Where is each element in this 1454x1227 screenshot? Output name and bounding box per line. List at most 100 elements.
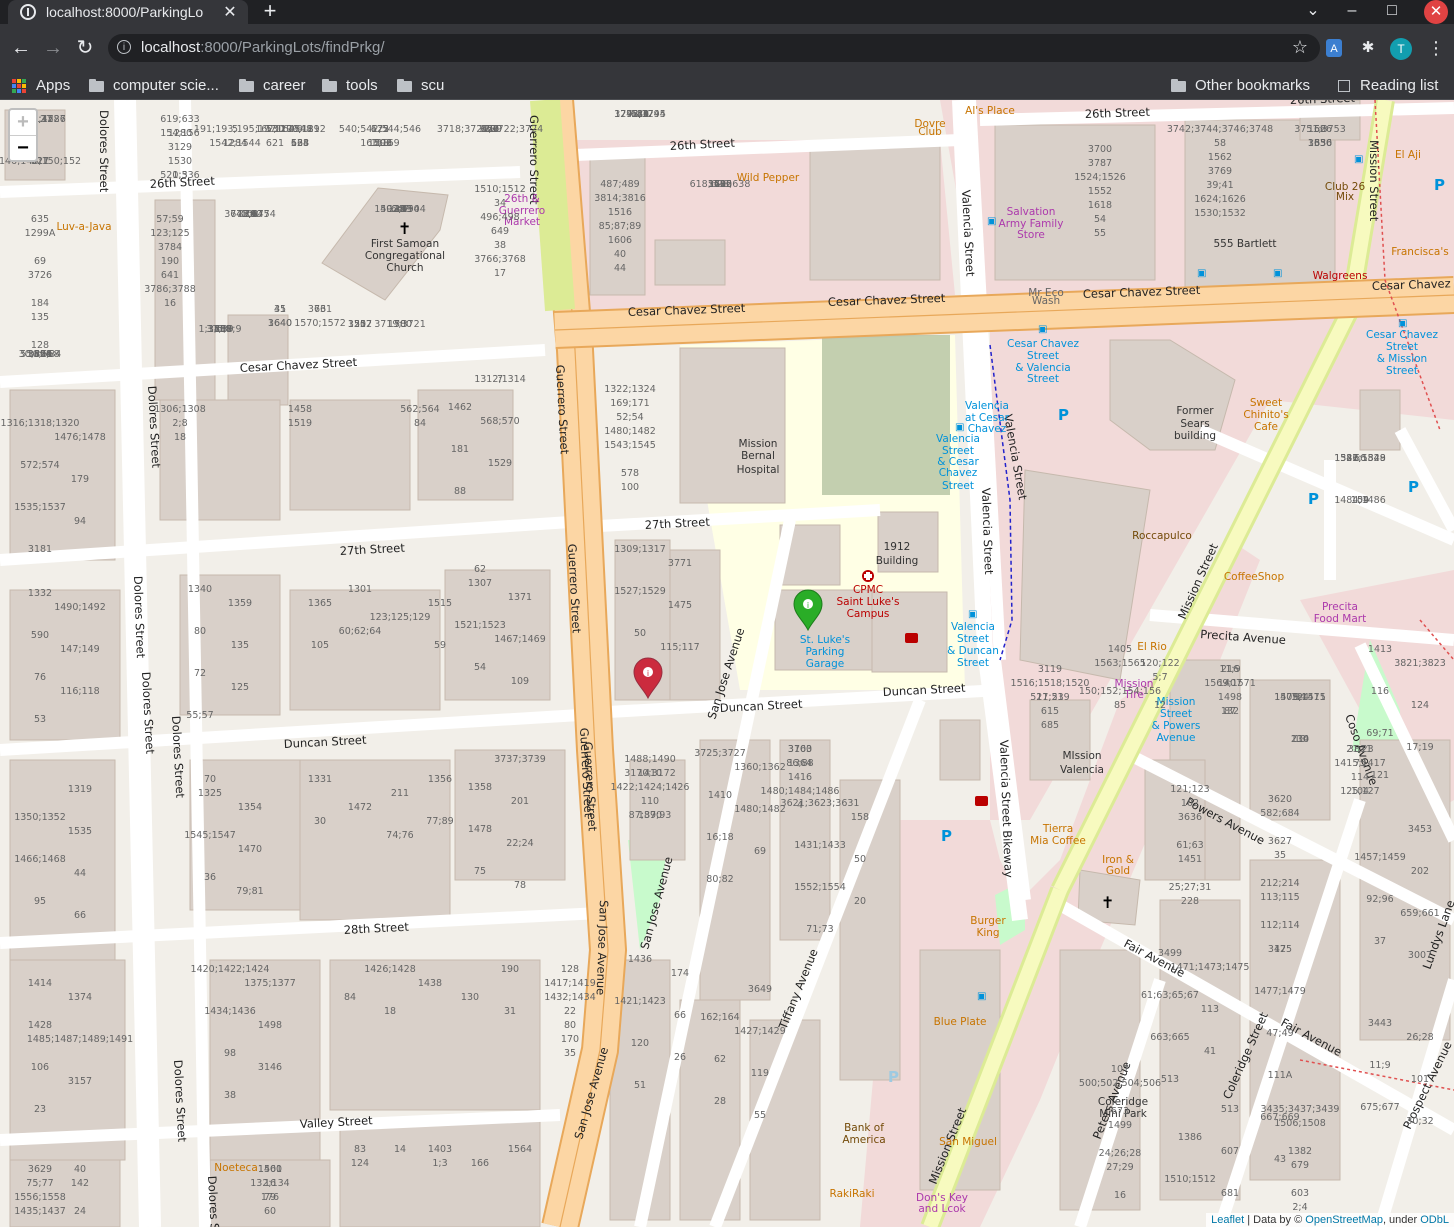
bookmark-folder-tools[interactable]: tools: [322, 75, 378, 97]
house-number: 3627: [1268, 836, 1292, 847]
address-bar[interactable]: i localhost:8000/ParkingLots/findPrkg/ ☆: [108, 34, 1320, 62]
house-number: 57;59: [156, 214, 183, 225]
house-number: 128: [561, 964, 579, 975]
street-label: 27th Street: [339, 541, 405, 558]
minimize-window-icon[interactable]: –: [1332, 0, 1372, 24]
bookmark-folder-career[interactable]: career: [239, 75, 306, 97]
poi-label: Valencia: [936, 433, 980, 445]
house-number: 1405: [1108, 644, 1132, 655]
site-info-icon[interactable]: i: [117, 40, 131, 54]
poi-label: King: [976, 927, 999, 939]
bookmark-folder-computer-science[interactable]: computer scie...: [89, 75, 219, 97]
poi-label: Chavez: [939, 467, 978, 479]
house-number: 35: [564, 1048, 576, 1059]
house-number: 3146: [258, 1062, 282, 1073]
house-number: 21;23: [1036, 692, 1063, 703]
extension-translate-icon[interactable]: A: [1326, 39, 1342, 57]
house-number: 641: [161, 270, 179, 281]
poi-label: Street: [1027, 373, 1059, 385]
map-view[interactable]: P P P P P P ✝ ✝ ▣ ▣ ▣ ▣ ▣ ▣ ▣ ▣ ▣ 26th S…: [0, 100, 1454, 1227]
house-number: 135: [31, 312, 49, 323]
house-number: 1535;1537: [14, 502, 66, 513]
house-number: 1354: [238, 802, 262, 813]
house-number: 1480;1484;1486: [761, 786, 840, 797]
house-number: 21;23: [1346, 744, 1373, 755]
forward-icon[interactable]: →: [41, 36, 65, 60]
svg-text:▣: ▣: [968, 609, 977, 620]
house-number: 166: [471, 1158, 489, 1169]
house-number: 211: [391, 788, 409, 799]
poi-label: St. Luke's: [800, 634, 850, 646]
house-number: 1560: [258, 1164, 282, 1175]
svg-text:P: P: [1308, 490, 1319, 508]
browser-tab[interactable]: localhost:8000/ParkingLo ✕: [8, 0, 248, 24]
house-number: 58: [1214, 138, 1226, 149]
house-number: 212;214: [1260, 878, 1299, 889]
house-number: 1471;1473;1475: [1171, 962, 1250, 973]
house-number: 66: [1354, 453, 1366, 464]
house-number: 1516: [608, 207, 632, 218]
maximize-window-icon[interactable]: □: [1372, 0, 1412, 24]
house-number: 1457;1459: [1354, 852, 1406, 863]
house-number: 80;82: [706, 874, 733, 885]
zoom-in-button[interactable]: +: [10, 110, 36, 136]
close-tab-icon[interactable]: ✕: [220, 2, 240, 22]
house-number: 1524;1526: [1074, 172, 1126, 183]
poi-label: and Lcok: [918, 1203, 966, 1215]
house-number: 1371: [508, 592, 532, 603]
bookmark-folder-scu[interactable]: scu: [397, 75, 444, 97]
house-number: 1403: [428, 1144, 452, 1155]
svg-text:▣: ▣: [1398, 318, 1407, 329]
odbl-link[interactable]: ODbL: [1420, 1214, 1449, 1226]
map-canvas[interactable]: P P P P P P ✝ ✝ ▣ ▣ ▣ ▣ ▣ ▣ ▣ ▣ ▣ 26th S…: [0, 100, 1454, 1227]
house-number: 181: [451, 444, 469, 455]
other-bookmarks[interactable]: Other bookmarks: [1171, 75, 1310, 97]
house-number: 1427;1429: [734, 1026, 786, 1037]
poi-label: Noeteca: [214, 1162, 258, 1174]
zoom-out-button[interactable]: −: [10, 136, 36, 161]
house-number: 94: [74, 516, 86, 527]
house-number: 13: [1294, 734, 1306, 745]
leaflet-link[interactable]: Leaflet: [1211, 1214, 1244, 1226]
url-text[interactable]: localhost:8000/ParkingLots/findPrkg/: [141, 39, 384, 56]
house-number: 69: [754, 846, 766, 857]
bookmark-apps[interactable]: Apps: [12, 75, 70, 97]
house-number: 1472: [348, 802, 372, 813]
house-number: 3157: [68, 1076, 92, 1087]
reading-list[interactable]: Reading list: [1338, 75, 1438, 97]
svg-text:i: i: [807, 601, 809, 610]
tab-search-icon[interactable]: ⌄: [1293, 0, 1333, 24]
poi-label: Salvation: [1007, 206, 1056, 218]
reload-icon[interactable]: ↻: [73, 36, 97, 60]
house-number: 1413: [1368, 644, 1392, 655]
poi-label: & Mission: [1377, 353, 1427, 365]
house-number: 1485;1487;1489;1491: [27, 1034, 133, 1045]
house-number: 5: [232, 124, 238, 135]
house-number: 40: [74, 1164, 86, 1175]
house-number: 603: [1291, 1188, 1309, 1199]
house-number: 679: [1291, 1160, 1309, 1171]
poi-label: CPMC: [853, 584, 883, 596]
poi-label: 1912: [884, 541, 911, 553]
extensions-puzzle-icon[interactable]: ✱: [1358, 38, 1378, 58]
bookmark-star-icon[interactable]: ☆: [1292, 37, 1308, 58]
house-number: 53: [34, 714, 46, 725]
new-tab-button[interactable]: +: [258, 0, 282, 24]
back-icon[interactable]: ←: [9, 36, 33, 60]
poi-label: Street: [1027, 350, 1059, 362]
house-number: 1340: [188, 584, 212, 595]
house-number: 1451: [1178, 854, 1202, 865]
house-number: 659;661: [1400, 908, 1439, 919]
house-number: 190: [161, 256, 179, 267]
openstreetmap-link[interactable]: OpenStreetMap: [1305, 1214, 1383, 1226]
poi-label: Avenue: [1156, 732, 1195, 744]
close-window-icon[interactable]: ✕: [1424, 0, 1448, 24]
svg-text:▣: ▣: [987, 216, 996, 227]
house-number: 1417;1419: [544, 978, 596, 989]
house-number: 1428: [28, 1020, 52, 1031]
house-number: 107: [1111, 1064, 1129, 1075]
browser-menu-icon[interactable]: ⋮: [1426, 36, 1446, 60]
profile-avatar[interactable]: T: [1390, 38, 1412, 60]
house-number: 1301: [348, 584, 372, 595]
house-number: 123;125: [150, 228, 189, 239]
